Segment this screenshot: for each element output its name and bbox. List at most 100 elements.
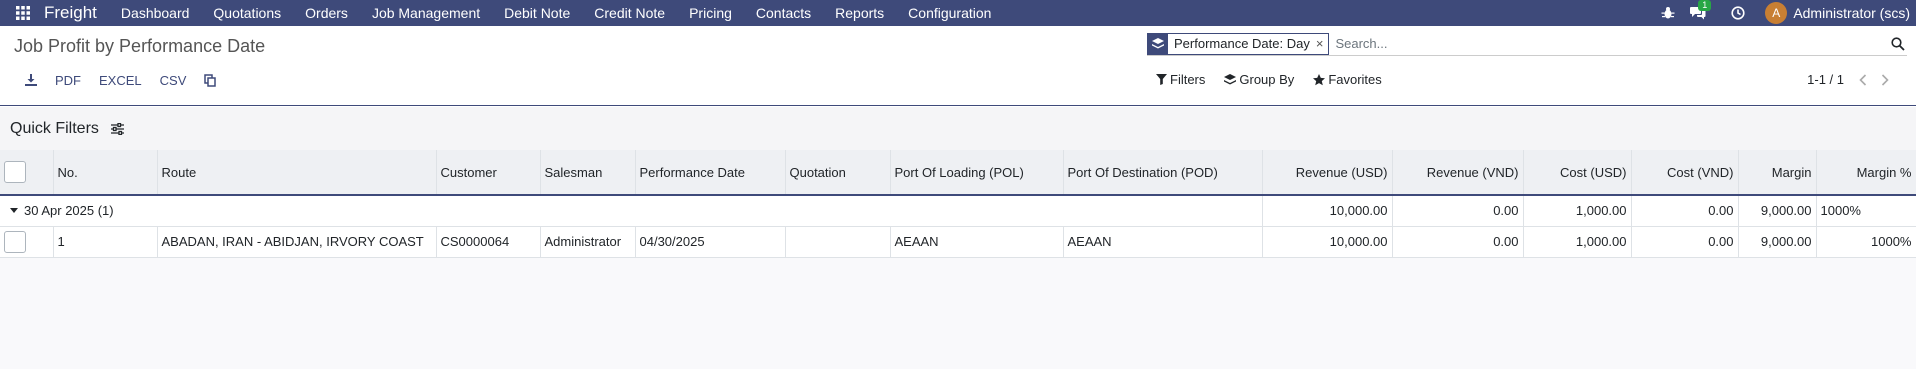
search-input[interactable] [1335,33,1907,54]
menu-dashboard[interactable]: Dashboard [109,5,202,21]
col-pol[interactable]: Port Of Loading (POL) [890,150,1064,196]
page-title: Job Profit by Performance Date [14,36,266,56]
group-by-label: Group By [1239,72,1295,87]
activity-clock-icon[interactable] [1723,0,1753,26]
copy-button[interactable] [195,70,225,90]
copy-icon [204,73,217,87]
cell-customer: CS0000064 [436,226,541,258]
select-all-cell [0,150,54,196]
export-bar: PDF EXCEL CSV [16,70,225,90]
col-cost-usd[interactable]: Cost (USD) [1523,150,1632,196]
col-pod[interactable]: Port Of Destination (POD) [1063,150,1263,196]
menu-orders[interactable]: Orders [293,5,360,21]
cell-route: ABADAN, IRAN - ABIDJAN, IRVORY COAST [157,226,437,258]
col-revenue-usd[interactable]: Revenue (USD) [1262,150,1393,196]
menu-quotations[interactable]: Quotations [201,5,293,21]
filters-label: Filters [1170,72,1206,87]
group-row[interactable]: 30 Apr 2025 (1) 10,000.00 0.00 1,000.00 … [0,195,1916,227]
menu-job-management[interactable]: Job Management [360,5,492,21]
list-view: No. Route Customer Salesman Performance … [0,150,1916,369]
export-csv-button[interactable]: CSV [151,70,196,90]
search-facet-groupby: Performance Date: Day × [1147,32,1330,55]
search-bar: Performance Date: Day × [1147,32,1907,56]
quick-filters-title: Quick Filters [10,119,99,137]
chevron-left-icon[interactable] [1852,73,1874,86]
cell-cost-usd: 1,000.00 [1523,226,1632,258]
cell-revenue-vnd: 0.00 [1392,226,1524,258]
col-revenue-vnd[interactable]: Revenue (VND) [1392,150,1524,196]
group-by-button[interactable]: Group By [1224,72,1294,87]
download-button[interactable] [16,70,46,90]
cell-margin: 9,000.00 [1738,226,1817,258]
col-quotation[interactable]: Quotation [785,150,891,196]
top-navbar: Freight Dashboard Quotations Orders Job … [0,0,1916,26]
col-margin[interactable]: Margin [1738,150,1817,196]
messages-badge: 1 [1698,0,1712,11]
navbar-right: 1 A Administrator (scs) [1653,0,1916,26]
filter-bar: Filters Group By Favorites [1156,72,1401,87]
col-cost-vnd[interactable]: Cost (VND) [1631,150,1739,196]
col-performance-date[interactable]: Performance Date [635,150,786,196]
row-checkbox[interactable] [4,230,26,253]
group-margin-pct: 1000% [1816,195,1916,227]
cell-salesman: Administrator [540,226,636,258]
cell-quotation [785,226,891,258]
funnel-icon [1156,74,1167,85]
sliders-icon[interactable] [110,122,124,135]
col-no[interactable]: No. [53,150,158,196]
cell-performance-date: 04/30/2025 [635,226,786,258]
main-menu: Dashboard Quotations Orders Job Manageme… [109,0,1004,26]
group-cost-usd: 1,000.00 [1523,195,1632,227]
col-margin-pct[interactable]: Margin % [1816,150,1916,196]
group-revenue-usd: 10,000.00 [1262,195,1393,227]
col-salesman[interactable]: Salesman [540,150,636,196]
chevron-right-icon[interactable] [1874,73,1896,86]
export-excel-button[interactable]: EXCEL [90,70,151,90]
menu-pricing[interactable]: Pricing [677,5,744,21]
menu-debit-note[interactable]: Debit Note [492,5,582,21]
col-customer[interactable]: Customer [436,150,541,196]
download-icon [25,74,37,86]
group-margin: 9,000.00 [1738,195,1817,227]
bug-icon[interactable] [1653,0,1683,26]
cell-margin-pct: 1000% [1816,226,1916,258]
apps-grid-icon[interactable] [12,0,34,26]
brand-name[interactable]: Freight [44,0,97,26]
row-select-cell [0,226,54,258]
menu-reports[interactable]: Reports [823,5,896,21]
messages-icon[interactable]: 1 [1683,0,1713,26]
group-label: 30 Apr 2025 (1) [24,203,114,219]
pager-value[interactable]: 1-1 / 1 [1807,72,1844,87]
cell-pod: AEAAN [1063,226,1263,258]
facet-close-icon[interactable]: × [1316,36,1329,51]
menu-credit-note[interactable]: Credit Note [582,5,677,21]
caret-down-icon [10,208,18,214]
col-route[interactable]: Route [157,150,437,196]
cell-no: 1 [53,226,158,258]
group-label-cell[interactable]: 30 Apr 2025 (1) [0,195,1263,227]
table-row[interactable]: 1 ABADAN, IRAN - ABIDJAN, IRVORY COAST C… [0,226,1916,258]
filters-button[interactable]: Filters [1156,72,1205,87]
group-revenue-vnd: 0.00 [1392,195,1524,227]
cell-pol: AEAAN [890,226,1064,258]
favorites-label: Favorites [1328,72,1382,87]
cell-cost-vnd: 0.00 [1631,226,1739,258]
layers-icon [1224,73,1237,84]
job-profit-table: No. Route Customer Salesman Performance … [0,150,1916,258]
menu-configuration[interactable]: Configuration [896,5,1003,21]
select-all-checkbox[interactable] [4,161,26,183]
menu-contacts[interactable]: Contacts [744,5,823,21]
control-panel: Job Profit by Performance Date PDF EXCEL… [0,26,1916,106]
pager: 1-1 / 1 [1807,72,1896,87]
avatar: A [1765,2,1788,24]
group-cost-vnd: 0.00 [1631,195,1739,227]
user-menu[interactable]: A Administrator (scs) [1765,2,1910,24]
user-name: Administrator (scs) [1793,5,1910,21]
search-icon[interactable] [1889,35,1907,53]
layers-icon [1148,33,1168,54]
table-header-row: No. Route Customer Salesman Performance … [0,150,1916,196]
favorites-button[interactable]: Favorites [1313,72,1382,87]
cell-revenue-usd: 10,000.00 [1262,226,1393,258]
quick-filters-bar: Quick Filters [0,107,1916,150]
export-pdf-button[interactable]: PDF [46,70,90,90]
